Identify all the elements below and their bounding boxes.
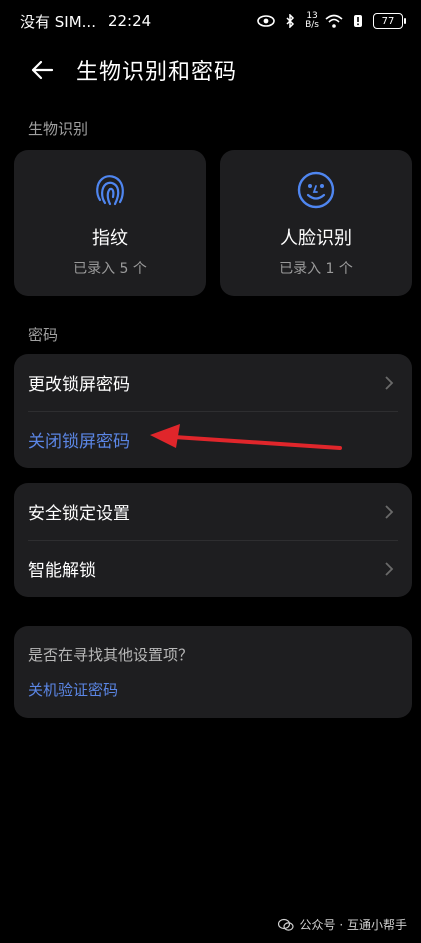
chevron-right-icon <box>385 561 394 576</box>
biometrics-section-label: 生物识别 <box>28 120 89 138</box>
watermark-text: 公众号 · 互通小帮手 <box>299 918 407 932</box>
face-subtitle: 已录入 1 个 <box>279 261 353 277</box>
wechat-icon <box>277 918 294 931</box>
fingerprint-title: 指纹 <box>92 228 128 249</box>
chevron-right-icon <box>385 504 394 519</box>
suggestion-question: 是否在寻找其他设置项？ <box>28 646 194 664</box>
wifi-icon <box>325 14 343 28</box>
face-card[interactable]: 人脸识别 已录入 1 个 <box>220 150 412 296</box>
power-off-password-link[interactable]: 关机验证密码 <box>28 679 398 700</box>
bluetooth-icon <box>281 14 299 28</box>
fingerprint-icon <box>96 175 124 206</box>
security-lock-settings-item[interactable]: 安全锁定设置 <box>14 483 412 540</box>
clock: 22:24 <box>107 12 152 30</box>
suggestion-card: 是否在寻找其他设置项？ 关机验证密码 <box>14 626 412 718</box>
smart-unlock-label: 智能解锁 <box>28 561 96 581</box>
alert-icon <box>349 14 367 28</box>
security-lock-settings-label: 安全锁定设置 <box>28 504 130 524</box>
fingerprint-subtitle: 已录入 5 个 <box>73 261 147 277</box>
title-bar: 生物识别和密码 <box>0 46 421 94</box>
smart-unlock-item[interactable]: 智能解锁 <box>14 540 412 597</box>
eye-icon <box>257 14 275 28</box>
carrier-text: 没有 SIM... <box>20 12 96 31</box>
page-title: 生物识别和密码 <box>76 60 238 85</box>
change-lock-password-item[interactable]: 更改锁屏密码 <box>14 354 412 411</box>
face-title: 人脸识别 <box>280 228 352 249</box>
change-lock-password-label: 更改锁屏密码 <box>28 375 130 395</box>
close-lock-password-label: 关闭锁屏密码 <box>28 432 130 452</box>
face-icon <box>297 171 335 209</box>
arrow-left-icon <box>31 60 54 80</box>
back-button[interactable] <box>20 48 64 92</box>
password-section-label: 密码 <box>28 326 59 344</box>
battery-icon: 77 <box>373 13 406 29</box>
watermark: 公众号 · 互通小帮手 <box>277 916 407 933</box>
chevron-right-icon <box>385 375 394 390</box>
fingerprint-card[interactable]: 指纹 已录入 5 个 <box>14 150 206 296</box>
network-speed: 13 B/s <box>305 11 319 30</box>
annotation-arrow <box>150 424 342 450</box>
status-bar: 没有 SIM... 22:24 13 B/s 77 <box>0 0 421 42</box>
security-card: 安全锁定设置 智能解锁 <box>14 483 412 597</box>
